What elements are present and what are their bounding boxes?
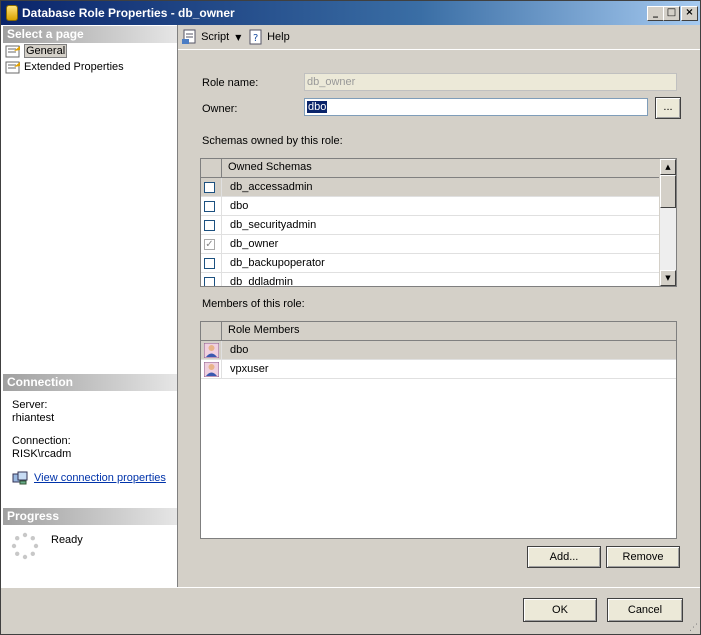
script-icon <box>182 29 196 45</box>
schema-name: db_ddladmin <box>230 276 293 287</box>
table-row[interactable]: vpxuser <box>201 360 676 379</box>
table-row[interactable]: dbo <box>201 197 660 216</box>
help-icon: ? <box>249 29 262 45</box>
row-header <box>201 216 222 234</box>
table-row[interactable]: dbo <box>201 341 676 360</box>
schema-name: db_owner <box>230 238 279 250</box>
role-name-field[interactable]: db_owner <box>304 73 677 91</box>
general-page: Script ▼ ? Help Role name: db_owner Owne… <box>178 25 700 587</box>
progress-spinner-icon <box>11 532 39 560</box>
dialog-footer: OK Cancel ⋰ <box>1 587 700 634</box>
toolbar: Script ▼ ? Help <box>178 25 700 50</box>
help-button[interactable]: ? Help <box>248 29 290 45</box>
row-header <box>201 178 222 196</box>
scroll-down-icon[interactable]: ▼ <box>660 270 676 286</box>
close-icon[interactable]: × <box>681 6 698 21</box>
server-label: Server: <box>12 399 48 411</box>
help-label: Help <box>267 31 290 43</box>
progress-status: Ready <box>51 534 83 546</box>
user-icon <box>204 362 219 377</box>
row-header <box>201 341 222 359</box>
schema-name: dbo <box>230 200 249 212</box>
row-header <box>201 254 222 272</box>
remove-member-button[interactable]: Remove <box>606 546 680 568</box>
schema-name: db_securityadmin <box>230 219 317 231</box>
schema-checkbox[interactable] <box>204 220 215 231</box>
title-bar: Database Role Properties - db_owner _ □ … <box>1 1 700 25</box>
connection-label: Connection: <box>12 435 71 447</box>
owner-browse-button[interactable]: ... <box>655 97 681 119</box>
page-label-general: General <box>24 44 68 58</box>
page-properties-icon <box>5 45 20 58</box>
table-row[interactable]: ✓ db_owner <box>201 235 660 254</box>
progress-header: Progress <box>3 508 177 525</box>
header-corner <box>201 322 222 340</box>
members-grid-header: Role Members <box>201 322 676 341</box>
schema-checkbox[interactable] <box>204 258 215 269</box>
table-row[interactable]: db_accessadmin <box>201 178 660 197</box>
svg-text:?: ? <box>253 33 258 44</box>
members-label: Members of this role: <box>202 298 305 310</box>
connection-properties-icon <box>12 471 28 485</box>
page-item-general[interactable]: General <box>5 43 68 59</box>
schema-name: db_backupoperator <box>230 257 325 269</box>
owner-value: dbo <box>307 101 328 113</box>
page-properties-icon <box>5 61 20 74</box>
schemas-scrollbar[interactable]: ▲ ▼ <box>659 159 676 286</box>
table-row[interactable]: db_securityadmin <box>201 216 660 235</box>
cancel-button[interactable]: Cancel <box>607 598 683 622</box>
owned-schemas-column[interactable]: Owned Schemas <box>228 161 312 173</box>
ok-button[interactable]: OK <box>523 598 597 622</box>
script-label: Script <box>201 31 230 43</box>
schemas-label: Schemas owned by this role: <box>202 135 343 147</box>
owned-schemas-grid: Owned Schemas db_accessadmin dbo db_secu… <box>200 158 677 287</box>
page-label-extended-properties: Extended Properties <box>24 61 124 73</box>
window-title: Database Role Properties - db_owner <box>22 6 235 20</box>
role-members-column[interactable]: Role Members <box>228 324 300 336</box>
user-icon <box>204 343 219 358</box>
owner-field[interactable]: dbo <box>304 98 648 116</box>
row-header <box>201 273 222 286</box>
member-name: vpxuser <box>230 363 269 375</box>
add-member-button[interactable]: Add... <box>527 546 601 568</box>
schema-checkbox[interactable] <box>204 277 215 286</box>
scroll-up-icon[interactable]: ▲ <box>660 159 676 175</box>
page-item-extended-properties[interactable]: Extended Properties <box>5 59 124 75</box>
connection-value: RISK\rcadm <box>12 448 72 460</box>
schema-checkbox[interactable]: ✓ <box>204 239 215 250</box>
server-value: rhiantest <box>12 412 55 424</box>
view-connection-link[interactable]: View connection properties <box>34 472 166 484</box>
minimize-icon[interactable]: _ <box>647 6 664 21</box>
role-members-grid: Role Members dbo vpxuser <box>200 321 677 539</box>
database-icon <box>6 5 18 21</box>
left-pane: Select a page General Extended Propertie… <box>1 25 178 634</box>
dialog-window: Database Role Properties - db_owner _ □ … <box>0 0 701 635</box>
resize-grip-icon[interactable]: ⋰ <box>689 623 698 633</box>
select-page-header: Select a page <box>3 26 177 43</box>
row-header <box>201 197 222 215</box>
schema-name: db_accessadmin <box>230 181 313 193</box>
schema-checkbox[interactable] <box>204 182 215 193</box>
view-connection-properties[interactable]: View connection properties <box>12 471 166 485</box>
schema-checkbox[interactable] <box>204 201 215 212</box>
owner-label: Owner: <box>202 103 238 115</box>
scroll-thumb[interactable] <box>660 175 676 208</box>
schemas-grid-header: Owned Schemas <box>201 159 660 178</box>
member-name: dbo <box>230 344 249 356</box>
row-header <box>201 360 222 378</box>
maximize-icon[interactable]: □ <box>663 6 680 21</box>
role-name-label: Role name: <box>202 77 259 89</box>
row-header: ✓ <box>201 235 222 253</box>
chevron-down-icon[interactable]: ▼ <box>235 33 241 42</box>
table-row[interactable]: db_ddladmin <box>201 273 660 287</box>
table-row[interactable]: db_backupoperator <box>201 254 660 273</box>
script-button[interactable]: Script ▼ <box>182 29 241 45</box>
connection-header: Connection <box>3 374 177 391</box>
header-corner <box>201 159 222 177</box>
